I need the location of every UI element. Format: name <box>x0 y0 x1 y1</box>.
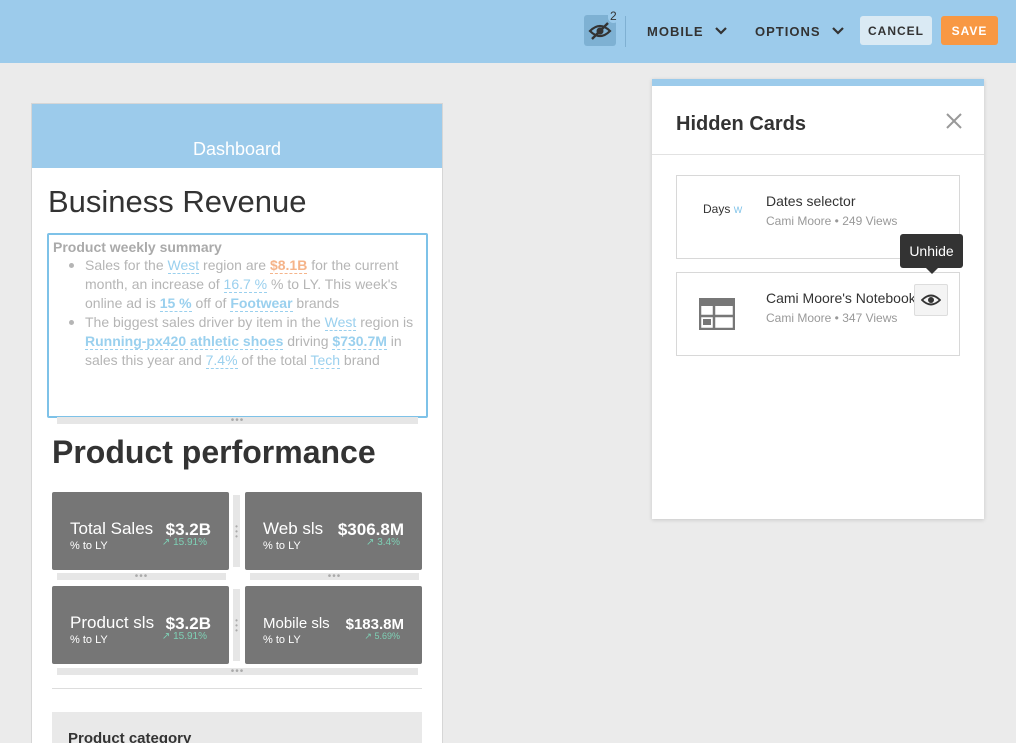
page-title: Business Revenue <box>48 184 307 219</box>
card-meta: Cami Moore • 249 Views <box>766 214 898 228</box>
unhide-button[interactable] <box>914 284 948 316</box>
kpi-card[interactable]: Mobile sls $183.8M % to LY ↗ 5.69% <box>245 586 422 664</box>
hidden-count-badge: 2 <box>608 9 619 23</box>
amount-token[interactable]: $8.1B <box>269 257 308 274</box>
trend-up-icon: ↗ <box>161 537 174 548</box>
trend-up-icon: ↗ <box>366 537 378 548</box>
kpi-change: ↗ 15.91% <box>161 631 207 642</box>
chevron-down-icon <box>831 27 844 35</box>
unhide-tooltip: Unhide <box>900 234 963 274</box>
mobile-dropdown[interactable]: MOBILE <box>647 22 728 40</box>
table-icon <box>699 298 735 330</box>
resize-handle[interactable]: ••• <box>57 416 418 426</box>
kpi-sub: % to LY <box>263 540 301 552</box>
summary-bullet: Sales for the West region are $8.1B for … <box>67 256 422 313</box>
kpi-card[interactable]: Product sls $3.2B % to LY ↗ 15.91% <box>52 586 229 664</box>
card-thumbnail <box>689 285 755 345</box>
save-button[interactable]: SAVE <box>941 16 998 45</box>
cancel-button[interactable]: CANCEL <box>860 16 932 45</box>
eye-icon <box>921 294 941 306</box>
kpi-change: ↗ 5.69% <box>364 631 400 641</box>
close-icon[interactable] <box>944 111 964 131</box>
card-thumbnail: Days W <box>689 188 755 248</box>
kpi-change: ↗ 15.91% <box>161 537 207 548</box>
summary-card[interactable]: Product weekly summary Sales for the Wes… <box>47 233 428 418</box>
amount-token[interactable]: $730.7M <box>332 333 387 350</box>
percent-token[interactable]: 7.4% <box>205 352 238 369</box>
brand-token[interactable]: Tech <box>310 352 341 369</box>
kpi-sub: % to LY <box>70 634 108 646</box>
card-name: Cami Moore's Notebook <box>766 290 916 306</box>
kpi-name: Web sls <box>263 519 324 538</box>
kpi-name: Product sls <box>70 613 155 632</box>
mobile-preview: Dashboard Business Revenue Product weekl… <box>31 103 443 743</box>
options-dropdown-label: OPTIONS <box>755 23 821 39</box>
chevron-down-icon <box>714 27 727 35</box>
options-dropdown[interactable]: OPTIONS <box>755 22 845 40</box>
trend-up-icon: ↗ <box>161 631 174 642</box>
kpi-card[interactable]: Web sls $306.8M % to LY ↗ 3.4% <box>245 492 422 570</box>
resize-handle[interactable]: ••• <box>233 495 240 567</box>
kpi-sub: % to LY <box>70 540 108 552</box>
kpi-name: Total Sales <box>70 519 154 538</box>
card-meta: Cami Moore • 347 Views <box>766 311 898 325</box>
hidden-cards-panel: Hidden Cards Days W Dates selector Cami … <box>652 79 984 519</box>
product-category-card[interactable]: Product category <box>52 712 422 743</box>
percent-token[interactable]: 16.7 % <box>223 276 268 293</box>
trend-up-icon: ↗ <box>364 631 375 641</box>
toolbar-divider <box>625 16 626 47</box>
kpi-change: ↗ 3.4% <box>366 537 400 548</box>
hidden-card[interactable]: Cami Moore's Notebook Cami Moore • 347 V… <box>676 272 960 356</box>
section-title: Product performance <box>52 434 376 470</box>
kpi-card[interactable]: Total Sales $3.2B % to LY ↗ 15.91% <box>52 492 229 570</box>
resize-handle[interactable]: ••• <box>233 589 240 661</box>
region-token[interactable]: West <box>167 257 200 274</box>
thumbnail-text: Days W <box>703 202 743 216</box>
kpi-name: Mobile sls <box>263 615 330 632</box>
percent-token[interactable]: 15 % <box>159 295 192 312</box>
kpi-sub: % to LY <box>263 634 301 646</box>
resize-handle[interactable]: ••• <box>57 572 226 582</box>
region-token[interactable]: West <box>324 314 357 331</box>
resize-handle[interactable]: ••• <box>57 667 418 677</box>
panel-title: Hidden Cards <box>676 113 807 135</box>
summary-bullet: The biggest sales driver by item in the … <box>67 313 422 370</box>
brand-token[interactable]: Footwear <box>230 295 293 312</box>
panel-divider <box>652 154 984 155</box>
card-name: Dates selector <box>766 193 856 209</box>
divider <box>52 688 422 689</box>
top-toolbar: 2 MOBILE OPTIONS CANCEL SAVE <box>0 0 1016 63</box>
summary-list: Sales for the West region are $8.1B for … <box>53 256 422 370</box>
item-token[interactable]: Running-px420 athletic shoes <box>85 333 284 350</box>
mobile-dropdown-label: MOBILE <box>647 23 704 39</box>
dashboard-header: Dashboard <box>32 104 442 168</box>
eye-off-icon <box>588 21 612 40</box>
resize-handle[interactable]: ••• <box>250 572 419 582</box>
summary-title: Product weekly summary <box>53 239 222 255</box>
